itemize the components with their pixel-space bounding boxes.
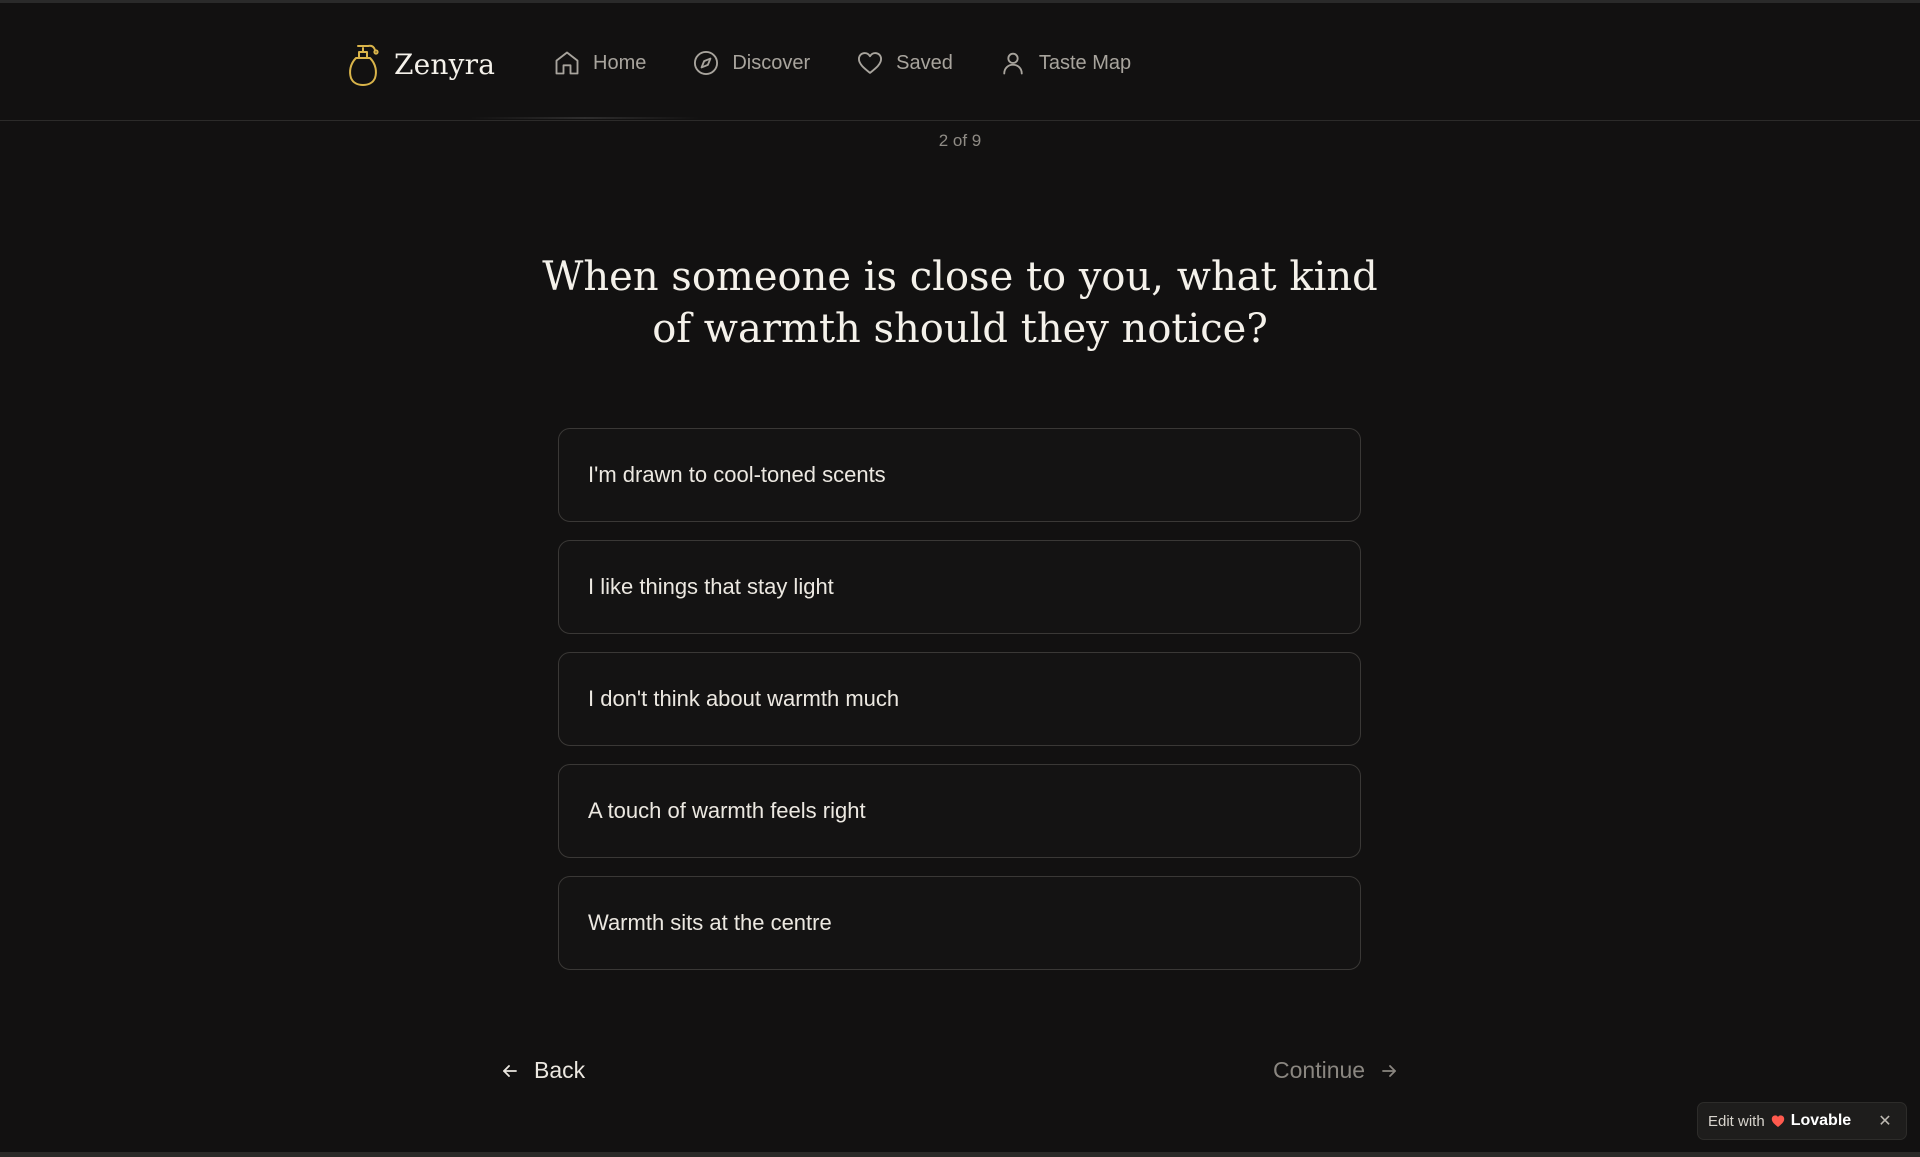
answer-option[interactable]: I'm drawn to cool-toned scents bbox=[558, 428, 1361, 522]
edit-with-lovable-badge[interactable]: Edit with Lovable ✕ bbox=[1697, 1102, 1907, 1140]
nav-item-saved[interactable]: Saved bbox=[856, 49, 953, 77]
user-icon bbox=[1003, 52, 1023, 75]
compass-icon bbox=[694, 50, 719, 76]
badge-brand-label: Lovable bbox=[1790, 1112, 1852, 1129]
answer-option[interactable]: I like things that stay light bbox=[558, 540, 1361, 634]
close-icon[interactable]: ✕ bbox=[1874, 1110, 1896, 1132]
nav-item-label: Home bbox=[593, 51, 647, 74]
nav-item-label: Taste Map bbox=[1038, 51, 1132, 74]
arrow-left-icon bbox=[503, 1064, 517, 1077]
perfume-bottle-icon bbox=[349, 44, 379, 86]
progress-indicator: 2 of 9 bbox=[938, 131, 982, 150]
main-nav: Home Discover Saved Taste Map bbox=[553, 43, 1131, 83]
lovable-heart-icon bbox=[1771, 1115, 1784, 1127]
nav-item-home[interactable]: Home bbox=[553, 49, 646, 77]
home-icon bbox=[555, 51, 579, 75]
continue-button[interactable]: Continue bbox=[1273, 1057, 1399, 1084]
window-bottom-edge bbox=[0, 1152, 1920, 1157]
nav-item-label: Saved bbox=[896, 51, 953, 74]
question-line-1: When someone is close to you, what kind bbox=[542, 254, 1378, 300]
answer-options: I'm drawn to cool-toned scents I like th… bbox=[558, 428, 1361, 970]
page: Zenyra Home Discover Saved Taste Map 2 o… bbox=[0, 0, 1920, 1157]
brand-name: Zenyra bbox=[394, 47, 496, 81]
nav-underline bbox=[470, 117, 700, 119]
brand[interactable]: Zenyra bbox=[346, 39, 495, 89]
answer-option[interactable]: I don't think about warmth much bbox=[558, 652, 1361, 746]
continue-label: Continue bbox=[1273, 1057, 1366, 1083]
heart-icon bbox=[858, 52, 883, 74]
top-navigation-bar: Zenyra Home Discover Saved Taste Map bbox=[0, 3, 1920, 121]
nav-item-label: Discover bbox=[732, 51, 811, 74]
badge-edit-label: Edit with bbox=[1708, 1112, 1765, 1130]
arrow-right-icon bbox=[1382, 1064, 1396, 1077]
answer-option[interactable]: Warmth sits at the centre bbox=[558, 876, 1361, 970]
nav-item-taste-map[interactable]: Taste Map bbox=[999, 49, 1131, 77]
back-button[interactable]: Back bbox=[500, 1057, 585, 1084]
answer-option[interactable]: A touch of warmth feels right bbox=[558, 764, 1361, 858]
question-line-2: of warmth should they notice? bbox=[652, 306, 1268, 352]
nav-item-discover[interactable]: Discover bbox=[692, 49, 810, 77]
question-title: When someone is close to you, what kind … bbox=[520, 251, 1400, 355]
back-label: Back bbox=[534, 1057, 586, 1083]
